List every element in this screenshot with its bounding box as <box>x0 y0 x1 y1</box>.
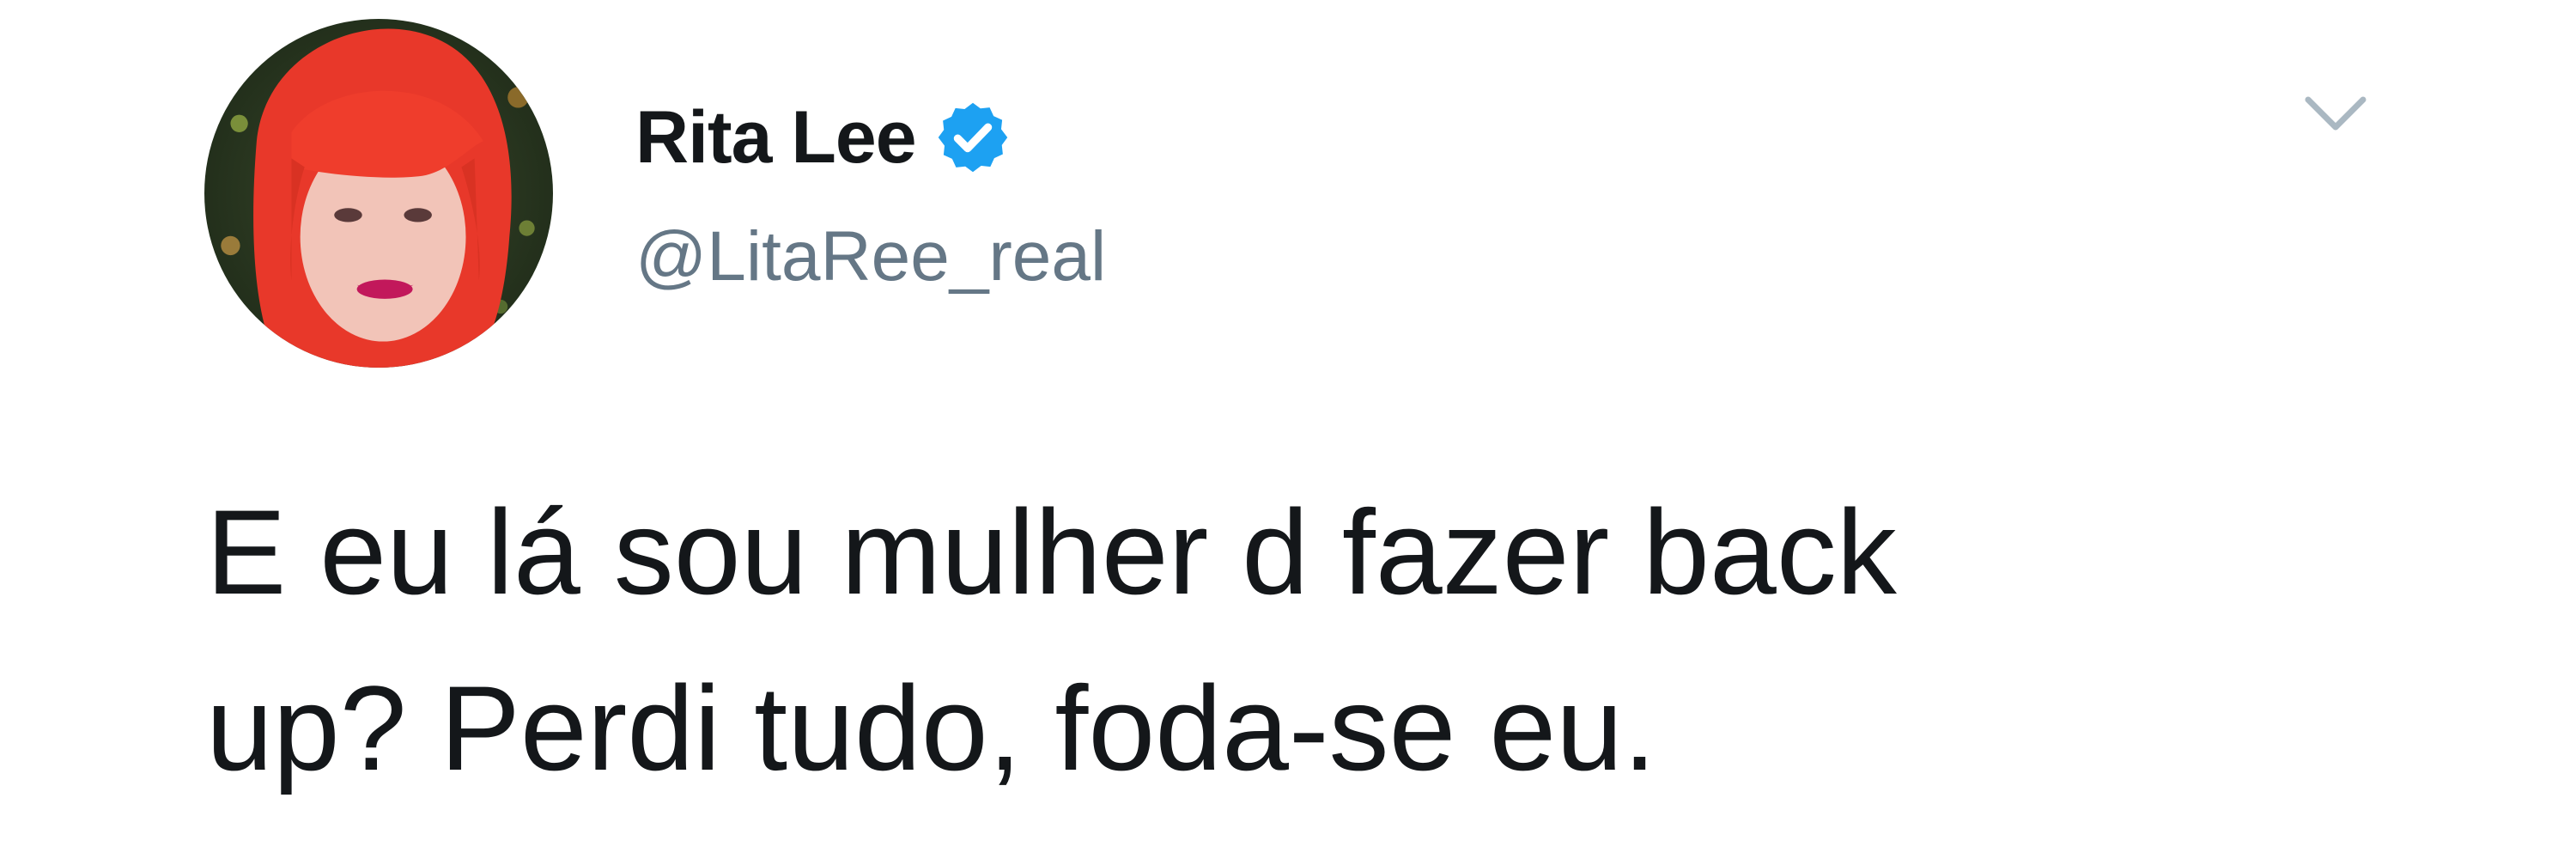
author-display-name[interactable]: Rita Lee <box>635 101 917 174</box>
tweet-text-line-1: E eu lá sou mulher d fazer back <box>206 484 1897 619</box>
tweet-card: Rita Lee @LitaRee_real E eu lá sou mulhe… <box>0 0 2576 859</box>
author-handle[interactable]: @LitaRee_real <box>635 222 1106 292</box>
chevron-down-icon[interactable] <box>2301 89 2370 137</box>
tweet-text: E eu lá sou mulher d fazer back up? Perd… <box>206 464 2439 816</box>
avatar[interactable] <box>204 19 553 368</box>
author-name-row: Rita Lee <box>635 86 1012 189</box>
avatar-image <box>204 19 553 368</box>
verified-icon <box>933 98 1012 177</box>
tweet-text-line-2: up? Perdi tudo, foda-se eu. <box>206 661 1656 795</box>
